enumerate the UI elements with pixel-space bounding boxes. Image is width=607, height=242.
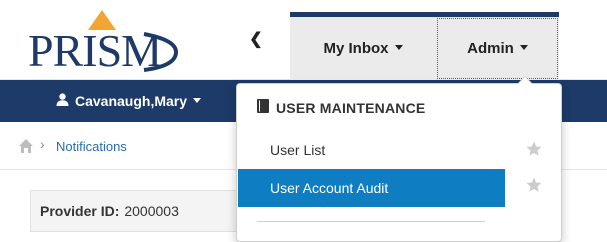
user-name: Cavanaugh,Mary bbox=[75, 93, 188, 109]
chevron-left-icon: ❮ bbox=[249, 31, 263, 48]
main-nav: My Inbox Admin bbox=[290, 17, 559, 80]
logo-text: PRISM bbox=[28, 25, 161, 74]
provider-id-box: Provider ID: 2000003 bbox=[30, 190, 240, 232]
menu-item-user-account-audit[interactable]: User Account Audit bbox=[238, 169, 505, 207]
star-icon[interactable] bbox=[525, 176, 543, 194]
nav-my-inbox-label: My Inbox bbox=[323, 40, 389, 57]
top-header: PRISM ❮ My Inbox Admin bbox=[0, 0, 607, 80]
nav-admin[interactable]: Admin bbox=[436, 17, 559, 80]
breadcrumb-notifications[interactable]: Notifications bbox=[56, 139, 127, 154]
provider-id-value: 2000003 bbox=[124, 203, 179, 219]
nav-admin-label: Admin bbox=[467, 40, 514, 57]
caret-down-icon bbox=[519, 45, 528, 50]
caret-down-icon bbox=[394, 45, 403, 50]
dropdown-pointer-fill bbox=[518, 77, 532, 84]
breadcrumb-separator-icon: › bbox=[40, 136, 45, 152]
book-icon bbox=[257, 99, 269, 116]
menu-section-header: USER MAINTENANCE bbox=[257, 99, 425, 116]
menu-item-label: User Account Audit bbox=[270, 180, 389, 196]
menu-divider bbox=[257, 221, 485, 222]
user-icon bbox=[56, 93, 69, 109]
home-icon[interactable] bbox=[18, 138, 34, 154]
menu-item-label: User List bbox=[270, 142, 326, 158]
user-menu-button[interactable]: Cavanaugh,Mary bbox=[56, 80, 202, 122]
collapse-sidebar-button[interactable]: ❮ bbox=[246, 28, 266, 52]
provider-id-label: Provider ID: bbox=[40, 203, 120, 219]
star-icon[interactable] bbox=[525, 140, 543, 158]
nav-my-inbox[interactable]: My Inbox bbox=[290, 17, 436, 80]
menu-item-user-list[interactable]: User List bbox=[238, 131, 505, 169]
admin-dropdown-menu: USER MAINTENANCE User List User Account … bbox=[236, 83, 562, 242]
prism-logo[interactable]: PRISM bbox=[26, 8, 196, 74]
page: PRISM ❮ My Inbox Admin Cavanaugh,Mary › … bbox=[0, 0, 607, 242]
caret-down-icon bbox=[193, 97, 202, 103]
menu-section-title: USER MAINTENANCE bbox=[276, 99, 426, 116]
